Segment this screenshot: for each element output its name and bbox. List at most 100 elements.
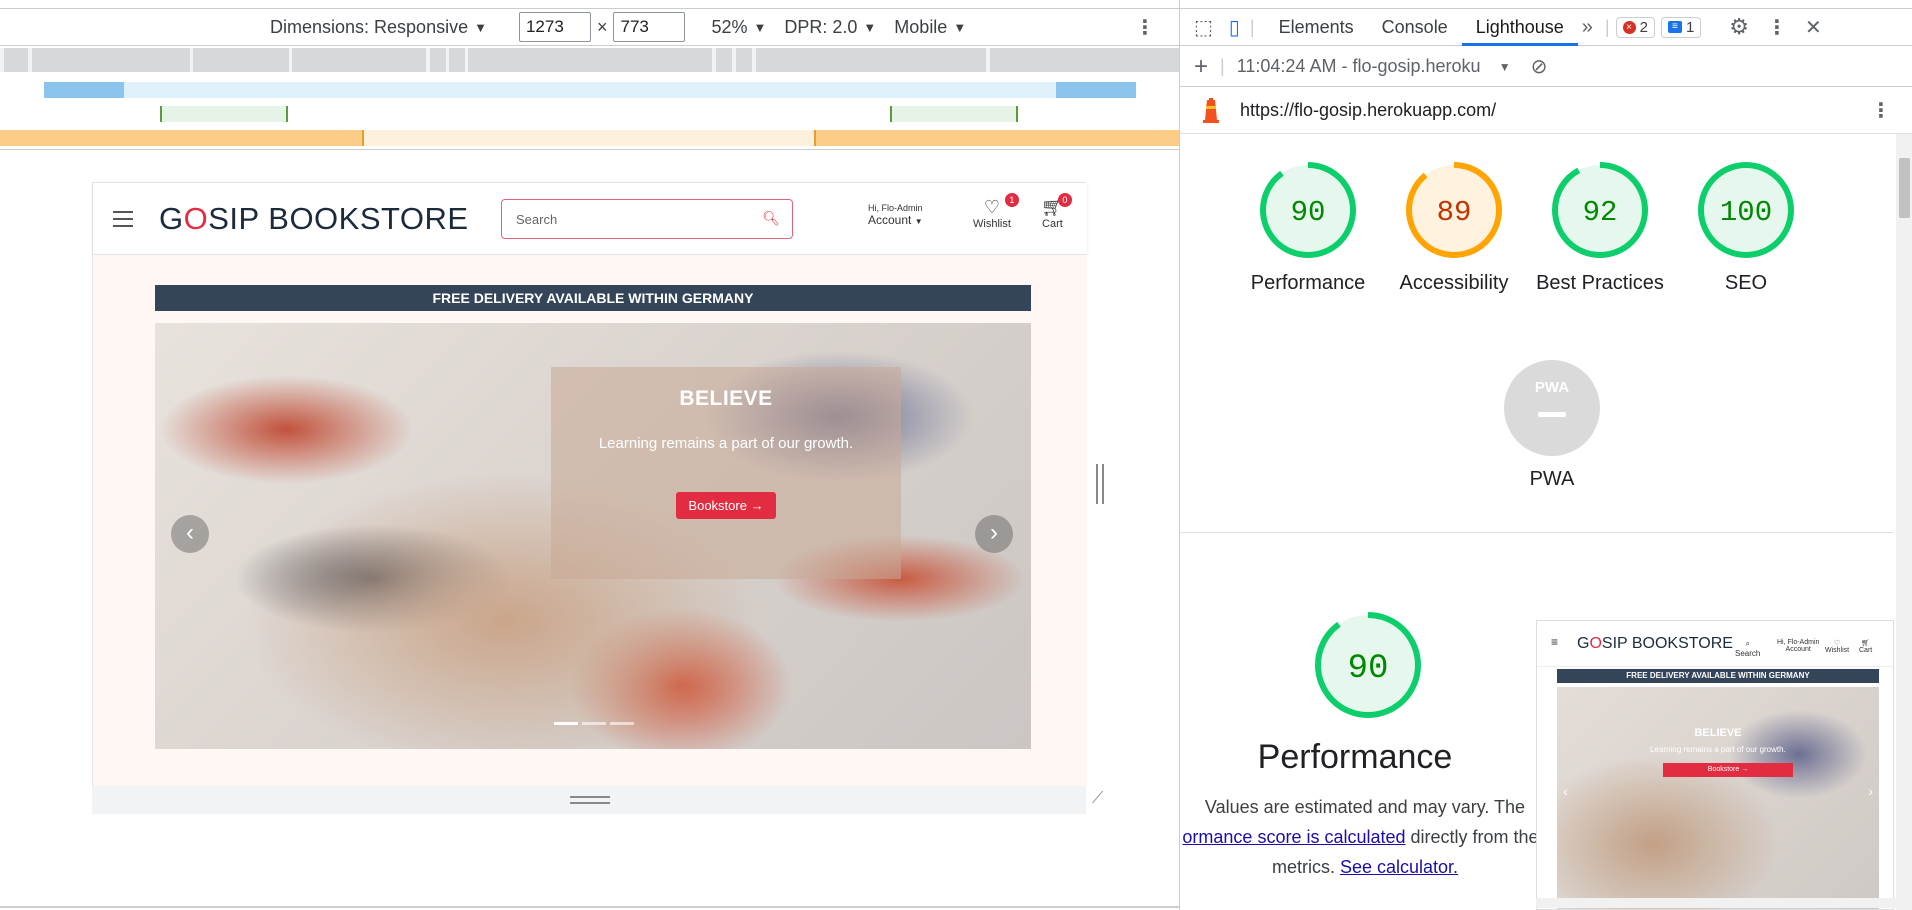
score-value: 100 bbox=[1720, 196, 1772, 229]
device-type-dropdown[interactable]: Mobile ▼ bbox=[894, 17, 966, 38]
scrollbar-thumb[interactable] bbox=[1899, 158, 1910, 218]
score-gauge-seo[interactable]: 100 SEO bbox=[1676, 160, 1816, 298]
error-count: 2 bbox=[1639, 18, 1648, 36]
lighthouse-report: 90 Performance 89 Accessibility 92 Best Pract… bbox=[1180, 134, 1894, 910]
emulated-viewport: GOSIP BOOKSTORE Search 🔍︎ Hi, Flo-Admin … bbox=[92, 182, 1087, 787]
zoom-value: 52% bbox=[711, 16, 748, 37]
site-logo[interactable]: GOSIP BOOKSTORE bbox=[159, 201, 469, 237]
zoom-dropdown[interactable]: 52% ▼ bbox=[711, 17, 766, 38]
score-label: Best Practices bbox=[1536, 272, 1664, 294]
dpr-value: DPR: 2.0 bbox=[784, 16, 858, 37]
carousel-prev-icon[interactable]: ‹ bbox=[171, 515, 209, 553]
settings-gear-icon[interactable]: ⚙ bbox=[1729, 14, 1749, 40]
carousel-next-icon[interactable]: › bbox=[975, 515, 1013, 553]
more-options-icon[interactable]: ⋮ bbox=[1135, 15, 1155, 40]
thumb-bookstore-button: Bookstore → bbox=[1663, 763, 1793, 777]
score-ring: 92 bbox=[1552, 162, 1648, 258]
tab-elements[interactable]: Elements bbox=[1265, 9, 1368, 46]
new-report-plus-icon[interactable]: + bbox=[1194, 53, 1208, 81]
thumb-header: ≡ GOSIP BOOKSTORE ⌕ Search Hi, Flo-Admin A… bbox=[1537, 621, 1893, 667]
tab-console[interactable]: Console bbox=[1368, 9, 1462, 46]
score-calculation-link[interactable]: ormance score is calculated bbox=[1182, 827, 1405, 847]
score-value: 92 bbox=[1583, 196, 1618, 229]
message-count: 1 bbox=[1685, 18, 1695, 36]
search-icon[interactable]: 🔍︎ bbox=[762, 210, 780, 227]
thumb-search: ⌕ Search bbox=[1735, 639, 1760, 658]
report-menu-icon[interactable]: ⋮ bbox=[1871, 98, 1891, 123]
media-query-row-gray[interactable] bbox=[0, 48, 1180, 72]
perf-desc-line-2: directly from thes bbox=[1410, 827, 1548, 847]
heart-icon: ♡ 1 bbox=[973, 193, 1019, 218]
close-devtools-icon[interactable]: ✕ bbox=[1805, 15, 1822, 40]
site-search-input[interactable]: Search 🔍︎ bbox=[501, 199, 793, 239]
media-query-row-blue[interactable] bbox=[0, 82, 1179, 98]
divider: | bbox=[1604, 16, 1610, 37]
error-icon: × bbox=[1622, 20, 1636, 34]
hero-title: BELIEVE bbox=[679, 387, 773, 410]
dpr-dropdown[interactable]: DPR: 2.0 ▼ bbox=[784, 17, 876, 38]
resize-bottom-handle[interactable] bbox=[570, 796, 610, 804]
score-gauge-best-practices[interactable]: 92 Best Practices bbox=[1530, 160, 1670, 298]
account-menu[interactable]: Hi, Flo-Admin Account ▼ bbox=[868, 203, 923, 227]
greeting-text: Hi, Flo-Admin bbox=[868, 203, 923, 213]
caret-down-icon[interactable]: ▼ bbox=[1499, 60, 1511, 74]
resize-side-handle[interactable] bbox=[1096, 464, 1104, 504]
divider: | bbox=[1249, 16, 1255, 37]
hamburger-menu-icon[interactable] bbox=[113, 211, 133, 227]
basket-icon: 🛒︎ 0 bbox=[1041, 193, 1072, 218]
tab-lighthouse[interactable]: Lighthouse bbox=[1461, 9, 1578, 46]
resize-corner-handle[interactable]: ⟋ bbox=[1092, 790, 1103, 808]
score-gauge-performance[interactable]: 90 Performance bbox=[1238, 160, 1378, 298]
logo-text: SIP BOOKSTORE bbox=[208, 201, 469, 236]
carousel-dot[interactable] bbox=[554, 722, 578, 725]
media-query-row-orange[interactable] bbox=[0, 130, 1179, 146]
search-placeholder: Search bbox=[516, 212, 558, 227]
account-label: Account bbox=[868, 213, 912, 227]
inspect-element-icon[interactable]: ⬚ bbox=[1194, 15, 1213, 40]
cart-link[interactable]: 🛒︎ 0 Cart bbox=[1041, 193, 1072, 230]
report-time: 11:04:24 AM - flo-gosip.heroku bbox=[1236, 56, 1481, 76]
message-counter[interactable]: ≡ 1 bbox=[1660, 16, 1702, 38]
thumb-heart-icon: ♡ bbox=[1833, 640, 1841, 647]
times-sign: × bbox=[596, 16, 608, 37]
score-ring: 100 bbox=[1698, 162, 1794, 258]
performance-detail-gauge: 90 bbox=[1298, 610, 1438, 725]
score-value: 90 bbox=[1291, 196, 1326, 229]
media-query-row-green[interactable] bbox=[0, 106, 1179, 122]
device-toggle-icon[interactable]: ▯ bbox=[1229, 15, 1240, 40]
thumb-search-label: Search bbox=[1735, 649, 1761, 658]
report-selector[interactable]: 11:04:24 AM - flo-gosip.heroku bbox=[1237, 56, 1497, 77]
report-url[interactable]: https://flo-gosip.herokuapp.com/ bbox=[1240, 100, 1496, 121]
see-calculator-link[interactable]: See calculator. bbox=[1340, 857, 1458, 877]
delivery-banner: FREE DELIVERY AVAILABLE WITHIN GERMANY bbox=[155, 285, 1031, 311]
thumb-logo-g: G bbox=[1577, 635, 1590, 652]
score-gauge-accessibility[interactable]: 89 Accessibility bbox=[1384, 160, 1524, 298]
logo-letter-o: O bbox=[183, 201, 209, 236]
report-scrollbar[interactable] bbox=[1896, 134, 1912, 910]
thumbnail-hscrollbar[interactable] bbox=[1536, 898, 1896, 908]
performance-detail-score: 90 bbox=[1348, 650, 1389, 688]
section-divider bbox=[1180, 532, 1894, 533]
report-url-bar: https://flo-gosip.herokuapp.com/ ⋮ bbox=[1180, 88, 1912, 134]
customize-menu-icon[interactable]: ⋮ bbox=[1767, 15, 1787, 40]
wishlist-link[interactable]: ♡ 1 Wishlist bbox=[973, 193, 1019, 230]
pwa-gauge[interactable]: PWA PWA bbox=[1482, 360, 1622, 494]
media-query-bars bbox=[0, 48, 1180, 150]
carousel-dot[interactable] bbox=[582, 722, 606, 725]
thumb-greeting: Hi, Flo-Admin bbox=[1777, 639, 1820, 646]
bookstore-button[interactable]: Bookstore → bbox=[676, 492, 776, 519]
lighthouse-toolbar: + | 11:04:24 AM - flo-gosip.heroku ▼ ⊘ bbox=[1180, 47, 1912, 87]
pwa-label: PWA bbox=[1529, 468, 1575, 490]
thumb-wishlist: ♡ Wishlist bbox=[1825, 639, 1849, 654]
error-counter[interactable]: × 2 bbox=[1615, 16, 1655, 38]
width-input[interactable] bbox=[518, 12, 591, 42]
height-input[interactable] bbox=[613, 12, 686, 42]
more-tabs-icon[interactable]: » bbox=[1582, 16, 1593, 39]
performance-section-title: Performance bbox=[1257, 738, 1453, 776]
thumb-cart: 🛒︎ Cart bbox=[1859, 639, 1872, 654]
score-label: SEO bbox=[1724, 272, 1768, 294]
dimensions-dropdown[interactable]: Dimensions: Responsive ▼ bbox=[270, 17, 487, 38]
thumb-wishlist-label: Wishlist bbox=[1825, 647, 1850, 654]
clear-reports-icon[interactable]: ⊘ bbox=[1531, 54, 1548, 79]
carousel-dot[interactable] bbox=[610, 722, 634, 725]
